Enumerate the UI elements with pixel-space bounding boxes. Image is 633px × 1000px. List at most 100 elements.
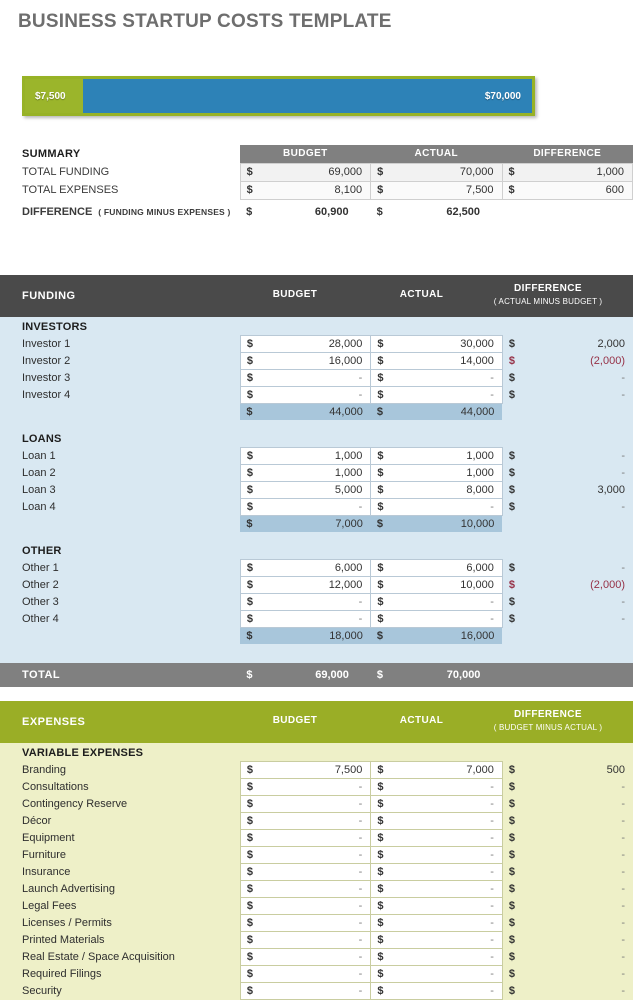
subtotal-row: $44,000 $44,000 <box>0 403 633 420</box>
difference-cell: $ - <box>502 932 633 949</box>
budget-cell[interactable]: $ - <box>239 498 372 516</box>
value: 8,100 <box>334 184 363 196</box>
group-header-row: INVESTORS <box>0 317 633 336</box>
actual-cell[interactable]: $ - <box>370 829 503 847</box>
budget-cell[interactable]: $1,000 <box>239 464 372 482</box>
actual-cell[interactable]: $30,000 <box>370 335 503 353</box>
funding-vs-expenses-bar: $7,500 $70,000 <box>22 76 535 116</box>
actual-cell[interactable]: $1,000 <box>370 464 503 482</box>
budget-cell[interactable]: $ - <box>239 829 372 847</box>
actual-cell[interactable]: $ - <box>370 610 503 628</box>
value: - <box>621 613 625 625</box>
value: - <box>358 951 363 963</box>
value: - <box>490 951 494 963</box>
expenses-body: VARIABLE EXPENSES Branding $7,500 $7,000 $50… <box>0 743 633 1000</box>
actual-cell[interactable]: $ - <box>370 498 503 516</box>
budget-cell[interactable]: $ - <box>239 948 372 966</box>
currency-symbol: $ <box>377 613 384 625</box>
item-label: Investor 4 <box>22 389 71 401</box>
actual-cell[interactable]: $14,000 <box>370 352 503 370</box>
actual-cell[interactable]: $ - <box>370 386 503 404</box>
budget-cell[interactable]: $16,000 <box>239 352 372 370</box>
actual-cell[interactable]: $6,000 <box>370 559 503 577</box>
currency-symbol: $ <box>246 798 253 810</box>
budget-cell[interactable]: $6,000 <box>239 559 372 577</box>
actual-cell[interactable]: $8,000 <box>370 481 503 499</box>
value: - <box>358 781 363 793</box>
summary-total-funding-budget[interactable]: $69,000 <box>239 162 372 182</box>
budget-cell[interactable]: $7,500 <box>239 761 372 779</box>
actual-cell[interactable]: $ - <box>370 897 503 915</box>
funding-bar-segment: $70,000 <box>83 79 532 113</box>
page-title: BUSINESS STARTUP COSTS TEMPLATE <box>18 11 392 32</box>
budget-cell[interactable]: $ - <box>239 795 372 813</box>
summary-total-expenses-difference[interactable]: $600 <box>501 180 633 200</box>
budget-cell[interactable]: $ - <box>239 812 372 830</box>
funding-section-header: FUNDING BUDGET ACTUAL DIFFERENCE ( ACTUA… <box>0 275 633 317</box>
currency-symbol: $ <box>508 866 516 878</box>
currency-symbol: $ <box>376 669 383 681</box>
summary-row-label: TOTAL FUNDING <box>22 166 110 178</box>
actual-cell[interactable]: $10,000 <box>370 576 503 594</box>
budget-cell[interactable]: $ - <box>239 846 372 864</box>
actual-cell[interactable]: $ - <box>370 778 503 796</box>
value: - <box>358 866 363 878</box>
funding-section: FUNDING BUDGET ACTUAL DIFFERENCE ( ACTUA… <box>0 275 633 687</box>
actual-cell[interactable]: $ - <box>370 795 503 813</box>
actual-cell[interactable]: $1,000 <box>370 447 503 465</box>
budget-cell[interactable]: $ - <box>239 386 372 404</box>
currency-symbol: $ <box>377 389 384 401</box>
difference-cell: $ - <box>502 779 633 796</box>
actual-cell[interactable]: $ - <box>370 914 503 932</box>
table-row: Loan 1 $1,000 $1,000 $ - <box>0 447 633 465</box>
summary-difference-empty <box>502 199 632 221</box>
actual-cell[interactable]: $ - <box>370 931 503 949</box>
value: 1,000 <box>466 450 494 462</box>
currency-symbol: $ <box>508 815 516 827</box>
currency-symbol: $ <box>377 501 384 513</box>
actual-cell[interactable]: $ - <box>370 369 503 387</box>
expenses-col-actual: ACTUAL <box>399 715 444 726</box>
expenses-col-difference: DIFFERENCE ( BUDGET MINUS ACTUAL ) <box>485 709 611 732</box>
value: 62,500 <box>446 206 481 219</box>
expenses-col-difference-label: DIFFERENCE <box>514 709 582 720</box>
budget-cell[interactable]: $ - <box>239 610 372 628</box>
summary-total-expenses-budget[interactable]: $8,100 <box>239 180 372 200</box>
budget-cell[interactable]: $1,000 <box>239 447 372 465</box>
actual-cell[interactable]: $ - <box>370 812 503 830</box>
budget-cell[interactable]: $28,000 <box>239 335 372 353</box>
currency-symbol: $ <box>377 450 384 462</box>
budget-cell[interactable]: $ - <box>239 369 372 387</box>
actual-cell[interactable]: $ - <box>370 593 503 611</box>
difference-cell: $ - <box>502 949 633 966</box>
item-label: Required Filings <box>22 968 102 980</box>
currency-symbol: $ <box>377 900 384 912</box>
budget-cell[interactable]: $ - <box>239 982 372 1000</box>
currency-symbol: $ <box>246 562 253 574</box>
subtotal-actual: $16,000 <box>370 627 503 644</box>
budget-cell[interactable]: $ - <box>239 931 372 949</box>
summary-total-funding-actual[interactable]: $70,000 <box>370 162 503 182</box>
summary-total-funding-difference[interactable]: $1,000 <box>501 162 633 182</box>
budget-cell[interactable]: $ - <box>239 863 372 881</box>
actual-cell[interactable]: $ - <box>370 863 503 881</box>
budget-cell[interactable]: $ - <box>239 965 372 983</box>
actual-cell[interactable]: $ - <box>370 965 503 983</box>
budget-cell[interactable]: $5,000 <box>239 481 372 499</box>
item-label: Loan 3 <box>22 484 56 496</box>
summary-total-expenses-actual[interactable]: $7,500 <box>370 180 503 200</box>
actual-cell[interactable]: $ - <box>370 948 503 966</box>
expenses-col-budget: BUDGET <box>272 715 318 726</box>
budget-cell[interactable]: $ - <box>239 897 372 915</box>
budget-cell[interactable]: $ - <box>239 778 372 796</box>
budget-cell[interactable]: $ - <box>239 593 372 611</box>
budget-cell[interactable]: $12,000 <box>239 576 372 594</box>
value: 7,500 <box>334 764 363 776</box>
group-header-row: OTHER <box>0 541 633 560</box>
actual-cell[interactable]: $ - <box>370 982 503 1000</box>
actual-cell[interactable]: $ - <box>370 846 503 864</box>
summary-section: SUMMARY BUDGET ACTUAL DIFFERENCE TOTAL F… <box>0 145 633 221</box>
currency-symbol: $ <box>508 579 516 591</box>
actual-cell[interactable]: $7,000 <box>370 761 503 779</box>
budget-cell[interactable]: $ - <box>239 914 372 932</box>
